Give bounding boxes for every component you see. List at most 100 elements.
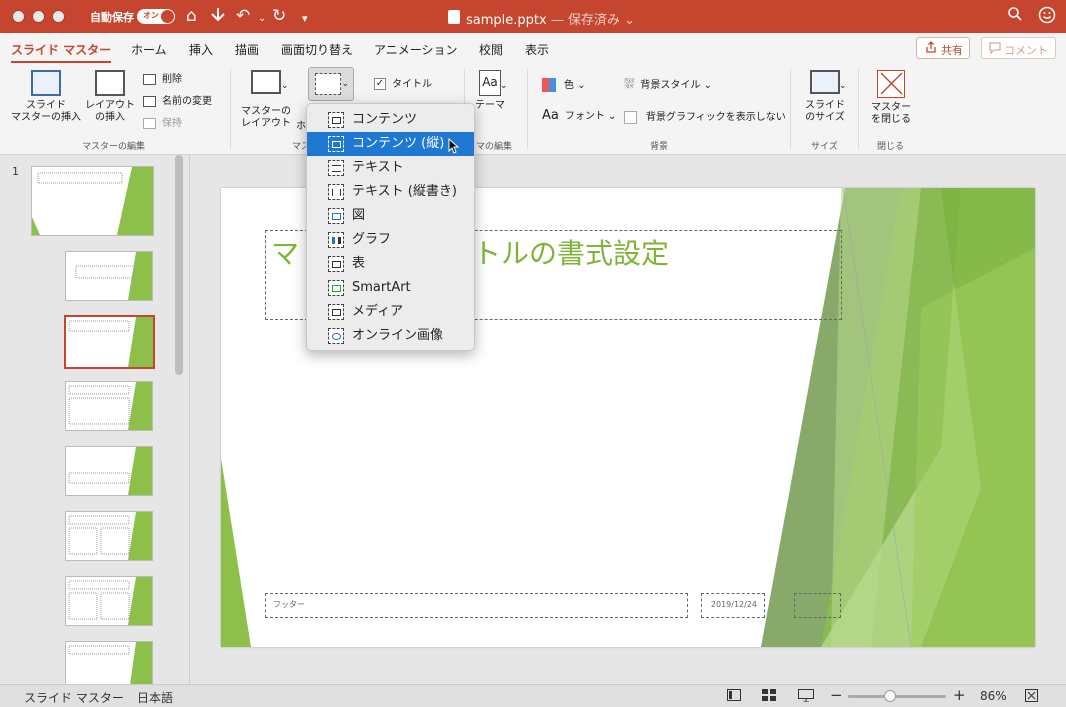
date-placeholder[interactable]: 2019/12/24 (701, 593, 765, 618)
smartart-icon (328, 280, 344, 296)
tab-insert[interactable]: 挿入 (189, 41, 213, 58)
zoom-slider-knob[interactable] (884, 690, 897, 702)
menu-item-label: テキスト (352, 160, 404, 175)
ribbon-separator (790, 69, 791, 149)
menu-item-chart[interactable]: グラフ (307, 228, 474, 252)
thumbnail-graphic (68, 447, 152, 495)
menu-item-smartart[interactable]: SmartArt (307, 276, 474, 300)
insert-layout-button[interactable]: レイアウト の挿入 (84, 70, 136, 124)
menu-item-content-vertical[interactable]: コンテンツ (縦) (307, 132, 474, 156)
share-button[interactable]: 共有 (916, 37, 970, 59)
zoom-out-button[interactable]: − (830, 686, 843, 704)
preserve-label: 保持 (162, 118, 182, 129)
thumbnail-layout[interactable] (65, 576, 153, 626)
customize-toolbar-icon[interactable]: ▾ (302, 9, 308, 29)
slide-number-placeholder[interactable]: # (794, 593, 841, 618)
media-icon (328, 304, 344, 320)
menu-item-media[interactable]: メディア (307, 300, 474, 324)
status-language[interactable]: 日本語 (137, 689, 173, 706)
thumbnail-master[interactable] (31, 166, 154, 236)
fonts-button[interactable]: Aa フォント ⌄ (542, 107, 616, 123)
home-icon[interactable]: ⌂ (186, 6, 197, 26)
content-vertical-icon (328, 136, 344, 152)
document-title[interactable]: sample.pptx — 保存済み ⌄ (466, 9, 635, 28)
smiley-feedback-icon[interactable] (1038, 6, 1056, 29)
toggle-knob (161, 10, 174, 23)
theme-chevron-icon: ⌄ (500, 81, 508, 91)
search-icon[interactable] (1007, 6, 1023, 27)
slide-sorter-icon[interactable] (762, 689, 776, 704)
group-master-edit-label: マスターの編集 (82, 142, 146, 152)
thumbnail-scrollbar[interactable] (175, 155, 183, 375)
hide-background-checkbox[interactable]: 背景グラフィックを表示しない (624, 108, 786, 124)
menu-item-content[interactable]: コンテンツ (307, 108, 474, 132)
menu-item-text-vertical[interactable]: テキスト (縦書き) (307, 180, 474, 204)
tab-home[interactable]: ホーム (131, 41, 167, 58)
preserve-button[interactable]: 保持 (143, 114, 182, 129)
menu-item-label: グラフ (352, 232, 392, 247)
preserve-icon (143, 117, 156, 129)
fonts-icon: Aa (542, 108, 559, 123)
comment-button[interactable]: コメント (981, 37, 1056, 59)
title-checkbox[interactable]: ✓ タイトル (374, 75, 432, 90)
master-layout-button[interactable]: マスターの レイアウト (238, 70, 294, 130)
slide-size-button[interactable]: スライド のサイズ (800, 70, 850, 124)
save-icon[interactable] (210, 6, 226, 27)
tab-slide-master[interactable]: スライド マスター (11, 41, 112, 64)
theme-button[interactable]: Aa テーマ (470, 70, 510, 112)
close-window-button[interactable] (12, 10, 25, 23)
undo-dropdown-icon[interactable]: ⌄ (258, 9, 266, 29)
footer-placeholder[interactable]: フッター (265, 593, 688, 618)
placeholder-icon (315, 73, 341, 95)
autosave-toggle[interactable]: オン (137, 9, 175, 24)
presenter-view-icon[interactable] (798, 689, 814, 705)
bg-style-label: 背景スタイル (640, 80, 701, 91)
colors-icon (542, 78, 556, 92)
tab-draw[interactable]: 描画 (235, 41, 259, 58)
menu-item-label: オンライン画像 (352, 328, 444, 343)
zoom-percent[interactable]: 86% (980, 689, 1007, 703)
content-icon (328, 112, 344, 128)
thumbnail-layout[interactable] (65, 251, 153, 301)
menu-item-picture[interactable]: 図 (307, 204, 474, 228)
slide-number-text: # (824, 599, 832, 609)
tab-view[interactable]: 表示 (525, 41, 549, 58)
close-master-view-button[interactable]: マスター を閉じる (866, 70, 916, 126)
menu-item-table[interactable]: 表 (307, 252, 474, 276)
text-icon (328, 160, 344, 176)
placeholder-label-partial: ホ (296, 121, 306, 132)
table-icon (328, 256, 344, 272)
thumbnail-number: 1 (12, 165, 19, 178)
tab-transitions[interactable]: 画面切り替え (281, 41, 353, 58)
group-close-label: 閉じる (877, 142, 905, 152)
thumbnail-layout[interactable] (65, 641, 153, 684)
insert-slide-master-button[interactable]: スライド マスターの挿入 (10, 70, 82, 124)
tab-animations[interactable]: アニメーション (374, 41, 458, 58)
close-master-label: マスター を閉じる (871, 102, 911, 125)
zoom-in-button[interactable]: + (953, 686, 966, 704)
delete-button[interactable]: 削除 (143, 70, 182, 85)
zoom-slider[interactable] (848, 690, 946, 702)
normal-view-icon[interactable] (727, 689, 741, 704)
thumbnail-graphic (32, 167, 153, 235)
menu-item-online-picture[interactable]: オンライン画像 (307, 324, 474, 348)
minimize-window-button[interactable] (32, 10, 45, 23)
undo-icon[interactable]: ↶ (236, 6, 250, 26)
slide-title-left: マ (271, 237, 300, 270)
zoom-window-button[interactable] (52, 10, 65, 23)
background-style-button[interactable]: ⛆ 背景スタイル ⌄ (624, 76, 712, 92)
thumbnail-layout[interactable] (65, 446, 153, 496)
menu-item-label: コンテンツ (縦) (352, 136, 445, 151)
insert-placeholder-button[interactable]: ⌄ (308, 67, 354, 101)
tab-review[interactable]: 校閲 (479, 41, 503, 58)
thumbnail-layout-selected[interactable] (64, 315, 155, 369)
checkmark-icon: ✓ (374, 78, 386, 90)
menu-item-text[interactable]: テキスト (307, 156, 474, 180)
thumbnail-layout[interactable] (65, 381, 153, 431)
colors-button[interactable]: 色 ⌄ (542, 76, 586, 92)
autosave-state: オン (143, 11, 159, 20)
fit-to-window-icon[interactable] (1025, 689, 1038, 705)
redo-icon[interactable]: ↻ (272, 6, 286, 26)
thumbnail-layout[interactable] (65, 511, 153, 561)
rename-button[interactable]: 名前の変更 (143, 92, 212, 107)
